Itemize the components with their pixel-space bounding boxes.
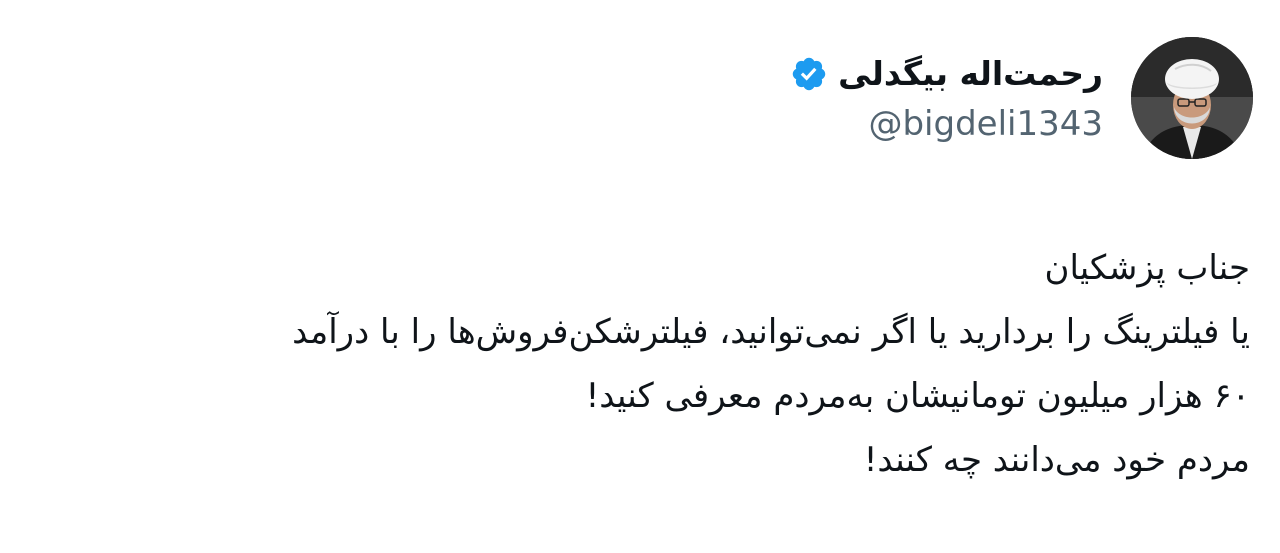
tweet-card: رحمت‌اله بیگدلی @bigdeli1343 جناب پزشکیا… [0, 0, 1280, 553]
author-avatar[interactable] [1131, 37, 1253, 159]
author-handle[interactable]: @bigdeli1343 [868, 100, 1103, 148]
tweet-text-line: مردم خود می‌دانند چه کنند! [863, 440, 1250, 480]
tweet-text: جناب پزشکیان یا فیلترینگ را بردارید یا ا… [20, 236, 1250, 492]
verified-badge-icon [790, 55, 828, 93]
tweet-text-line: جناب پزشکیان [1044, 248, 1250, 288]
profile-photo-icon [1131, 37, 1253, 159]
tweet-text-line: ۶۰ هزار میلیون تومانیشان به‌مردم معرفی ک… [585, 376, 1250, 416]
tweet-text-line: یا فیلترینگ را بردارید یا اگر نمی‌توانید… [292, 312, 1250, 352]
author-name-row: رحمت‌اله بیگدلی [790, 49, 1103, 99]
author-display-name[interactable]: رحمت‌اله بیگدلی [838, 49, 1103, 99]
